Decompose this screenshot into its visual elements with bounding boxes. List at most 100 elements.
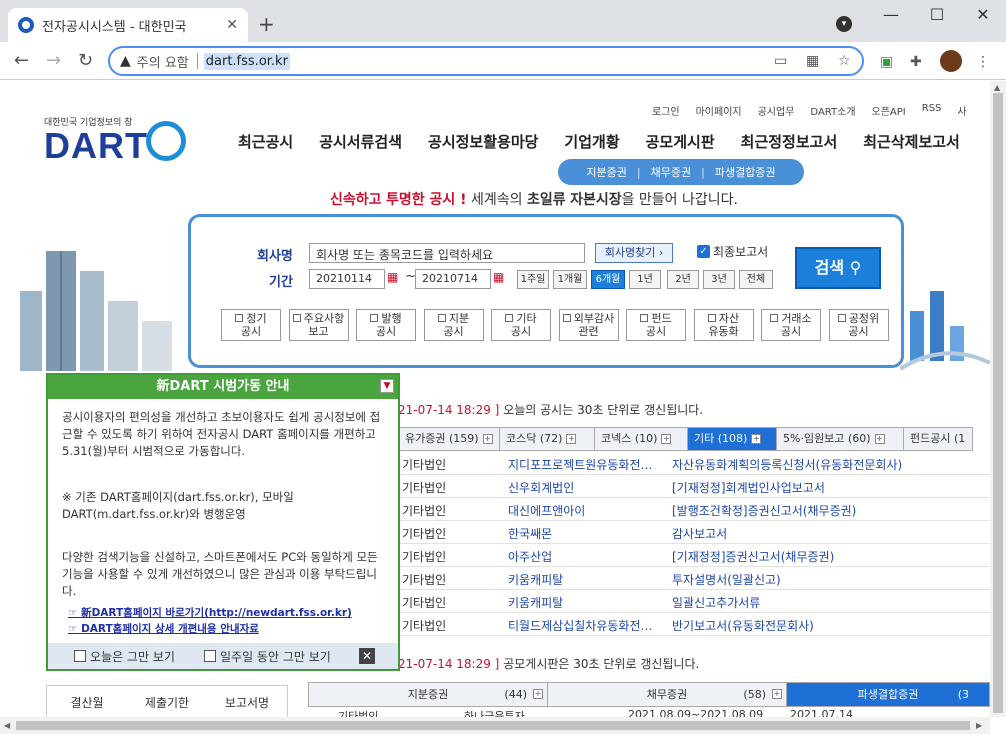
category-checkbox[interactable]: 공정위 공시	[828, 309, 889, 341]
minimize-icon[interactable]: —	[868, 0, 914, 32]
maximize-icon[interactable]: ☐	[914, 0, 960, 32]
checkbox-box[interactable]	[292, 314, 301, 322]
market-tab[interactable]: 펀드공시 (1	[903, 427, 973, 451]
plus-icon[interactable]: +	[874, 434, 885, 444]
extension-screen-icon[interactable]: ▣	[880, 54, 893, 70]
gnb-item[interactable]: 최근공시	[238, 131, 293, 152]
search-button[interactable]: 검색 ⚲	[795, 247, 881, 289]
category-checkbox[interactable]: 거래소 공시	[761, 309, 821, 341]
subtab-item[interactable]: 채무증권	[651, 164, 691, 180]
market-tab[interactable]: 기타 (108) +	[687, 427, 777, 451]
row-company-link[interactable]: 한국쌔몬	[508, 525, 552, 542]
checkbox-box[interactable]	[235, 314, 244, 322]
table-row[interactable]: 기타법인 티월드제삼십칠차유동화전… 반기보고서(유동화전문회사)	[398, 613, 990, 636]
table-row[interactable]: 기타법인 대신에프앤아이 [발행조건확정]증권신고서(채무증권)	[398, 498, 990, 521]
row-company-link[interactable]: 티월드제삼십칠차유동화전…	[508, 617, 652, 634]
final-report-checkbox[interactable]: ✓	[697, 245, 710, 258]
checkbox-box[interactable]	[770, 314, 779, 322]
forward-arrow-icon[interactable]: →	[46, 50, 61, 71]
row-report-link[interactable]: 자산유동화계획의등록신청서(유동화전문회사)	[672, 456, 902, 473]
horizontal-scrollbar[interactable]: ◀ ▶	[0, 717, 990, 734]
row-company-link[interactable]: 신우회계법인	[508, 479, 574, 496]
subtab-item[interactable]: 파생결합증권	[715, 164, 776, 180]
top-link[interactable]: 로그인	[652, 103, 680, 118]
end-date-input[interactable]: 20210714	[415, 269, 491, 289]
vertical-scrollbar[interactable]: ▲	[990, 81, 1006, 717]
scroll-up-icon[interactable]: ▲	[994, 83, 1000, 92]
table-row[interactable]: 기타법인 한국쌔몬 감사보고서	[398, 521, 990, 544]
calendar-icon[interactable]: ▦	[387, 270, 403, 286]
checkbox-box[interactable]	[640, 314, 649, 322]
category-checkbox[interactable]: 주요사항 보고	[288, 309, 349, 341]
market-tab[interactable]: 코스닥 (72) +	[499, 427, 595, 451]
category-checkbox[interactable]: 발행 공시	[356, 309, 416, 341]
address-bar[interactable]: ▲ 주의 요함 dart.fss.or.kr ▭ ▦ ☆	[108, 46, 864, 76]
checkbox-box[interactable]	[370, 314, 379, 322]
plus-icon[interactable]: +	[751, 434, 762, 444]
vertical-scroll-thumb[interactable]	[993, 93, 1003, 713]
top-link[interactable]: 공시업무	[758, 103, 795, 118]
scroll-left-icon[interactable]: ◀	[4, 721, 10, 730]
row-report-link[interactable]: [발행조건확정]증권신고서(채무증권)	[672, 502, 856, 519]
checkbox-box[interactable]	[837, 314, 846, 322]
category-checkbox[interactable]: 정기 공시	[221, 309, 281, 341]
checkbox-box[interactable]	[437, 314, 446, 322]
period-button[interactable]: 3년	[703, 270, 735, 289]
table-row[interactable]: 기타법인 키움캐피탈 투자설명서(일괄신고)	[398, 567, 990, 590]
url-text[interactable]: dart.fss.or.kr	[203, 52, 290, 70]
gnb-item[interactable]: 기업개황	[564, 131, 619, 152]
qr-code-icon[interactable]: ▦	[806, 53, 819, 69]
row-report-link[interactable]: [기재정정]증권신고서(채무증권)	[672, 548, 834, 565]
extensions-puzzle-icon[interactable]: ✚	[910, 54, 922, 70]
corp-find-button[interactable]: 회사명찾기 ›	[595, 243, 673, 263]
top-link[interactable]: 사	[957, 103, 966, 118]
offering-cell[interactable]: 하나금융투자	[464, 708, 525, 717]
corp-name-input[interactable]: 회사명 또는 종목코드를 입력하세요	[309, 243, 585, 263]
row-company-link[interactable]: 지디포프로젝트원유동화전…	[508, 456, 652, 473]
period-button[interactable]: 1주일	[517, 270, 549, 289]
popup-close-icon[interactable]: ✕	[359, 648, 375, 664]
close-window-icon[interactable]: ✕	[960, 0, 1006, 32]
row-report-link[interactable]: 일괄신고추가서류	[672, 594, 760, 611]
table-row[interactable]: 기타법인 지디포프로젝트원유동화전… 자산유동화계획의등록신청서(유동화전문회사)	[398, 452, 990, 475]
horizontal-scroll-thumb[interactable]	[16, 721, 970, 730]
table-row[interactable]: 기타법인 아주산업 [기재정정]증권신고서(채무증권)	[398, 544, 990, 567]
row-report-link[interactable]: 감사보고서	[672, 525, 727, 542]
back-arrow-icon[interactable]: ←	[14, 50, 29, 71]
offering-tab[interactable]: 채무증권 (58) +	[547, 682, 787, 707]
category-checkbox[interactable]: 지분 공시	[423, 309, 484, 341]
category-checkbox[interactable]: 기타 공시	[491, 309, 551, 341]
plus-icon[interactable]: +	[482, 434, 493, 444]
menu-kebab-icon[interactable]: ⋮	[976, 54, 990, 70]
new-dart-link[interactable]: ☞ 新DART홈페이지 바로가기(http://newdart.fss.or.k…	[68, 605, 352, 620]
reload-icon[interactable]: ↻	[78, 50, 93, 71]
period-button[interactable]: 전체	[739, 270, 773, 289]
category-checkbox[interactable]: 자산 유동화	[693, 309, 754, 341]
gnb-item[interactable]: 최근정정보고서	[741, 131, 838, 152]
browser-tab[interactable]: 전자공시시스템 - 대한민국 ✕	[8, 8, 248, 42]
tab-close-icon[interactable]: ✕	[226, 17, 238, 33]
market-tab[interactable]: 코넥스 (10) +	[594, 427, 688, 451]
offering-tab[interactable]: 파생결합증권 (3	[786, 682, 990, 707]
row-report-link[interactable]: 투자설명서(일괄신고)	[672, 571, 781, 588]
market-tab[interactable]: 5%·임원보고 (60) +	[776, 427, 904, 451]
row-company-link[interactable]: 키움캐피탈	[508, 594, 563, 611]
top-link[interactable]: RSS	[922, 103, 942, 118]
start-date-input[interactable]: 20210114	[309, 269, 385, 289]
table-row[interactable]: 기타법인 신우회계법인 [기재정정]회계법인사업보고서	[398, 475, 990, 498]
hide-week-checkbox[interactable]	[204, 650, 216, 662]
plus-icon[interactable]: +	[533, 689, 543, 699]
period-button[interactable]: 1년	[629, 270, 661, 289]
period-button[interactable]: 1개월	[553, 270, 587, 289]
plus-icon[interactable]: +	[772, 689, 782, 699]
top-link[interactable]: 오픈API	[872, 103, 906, 118]
bookmark-star-icon[interactable]: ☆	[838, 53, 851, 69]
new-tab-button[interactable]: +	[258, 12, 275, 36]
table-row[interactable]: 기타법인 키움캐피탈 일괄신고추가서류	[398, 590, 990, 613]
period-button[interactable]: 6개월	[591, 270, 625, 289]
top-link[interactable]: 마이페이지	[696, 103, 742, 118]
row-report-link[interactable]: 반기보고서(유동화전문회사)	[672, 617, 814, 634]
checkbox-box[interactable]	[707, 314, 716, 322]
profile-avatar[interactable]	[940, 50, 962, 72]
gnb-item[interactable]: 공모게시판	[646, 131, 715, 152]
